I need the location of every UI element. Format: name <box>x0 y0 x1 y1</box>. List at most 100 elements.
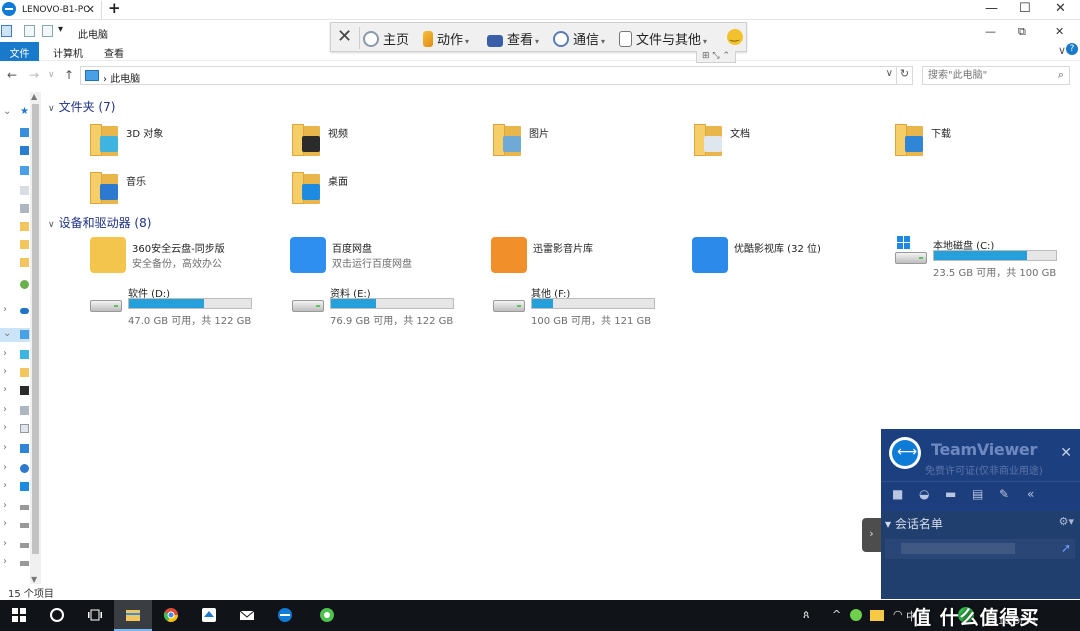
gear-icon[interactable]: ⚙▾ <box>1059 515 1074 528</box>
remote-session-tab[interactable]: LENOVO-B1-PC ✕ <box>18 1 102 20</box>
scroll-up-icon[interactable]: ▲ <box>31 92 37 101</box>
feedback-smiley-icon[interactable] <box>727 29 743 45</box>
tv-files-button[interactable]: 文件与其他 ▾ <box>619 29 707 48</box>
search-box[interactable]: ⌕ <box>922 66 1070 85</box>
back-button[interactable]: ← <box>7 68 17 82</box>
tv-panel-toggle[interactable]: › <box>862 518 881 552</box>
forward-button[interactable]: → <box>29 68 39 82</box>
nav-item[interactable] <box>0 256 30 270</box>
whiteboard-icon[interactable]: ✎ <box>999 487 1009 501</box>
tab-view[interactable]: 查看 <box>104 45 124 60</box>
collapse-panel-icon[interactable]: « <box>1027 487 1034 501</box>
tab-computer[interactable]: 计算机 <box>53 45 83 60</box>
nav-onedrive[interactable]: › <box>0 304 30 318</box>
new-tab-button[interactable]: + <box>108 0 121 17</box>
tray-app-icon[interactable] <box>870 610 884 621</box>
taskbar-teamviewer[interactable] <box>266 600 304 631</box>
tv-home-button[interactable]: 主页 <box>363 29 409 48</box>
taskbar-mail[interactable] <box>228 600 266 631</box>
search-input[interactable] <box>923 67 1051 84</box>
quick-access-dropdown-icon[interactable]: ▾ <box>58 24 63 35</box>
nav-item[interactable] <box>0 144 30 158</box>
explorer-restore-button[interactable]: ⧉ <box>1018 25 1026 39</box>
properties-icon[interactable] <box>24 25 35 37</box>
nav-item[interactable] <box>0 164 30 178</box>
drive-item[interactable]: 其他 (F:) 100 GB 可用，共 121 GB <box>493 284 673 327</box>
chat-icon[interactable]: ▬ <box>945 487 956 501</box>
tv-communicate-button[interactable]: 通信 ▾ <box>553 29 605 48</box>
new-folder-icon[interactable] <box>42 25 53 37</box>
app-shortcut[interactable]: 迅雷影音片库 <box>491 237 681 277</box>
tv-actions-button[interactable]: 动作 ▾ <box>423 29 469 48</box>
up-button[interactable]: ↑ <box>64 68 74 82</box>
nav-item[interactable]: › <box>0 556 30 570</box>
nav-item[interactable] <box>0 238 30 252</box>
breadcrumb-this-pc[interactable]: 此电脑 <box>110 74 140 85</box>
start-button[interactable] <box>0 600 38 631</box>
maximize-button[interactable]: ☐ <box>1019 1 1031 16</box>
nav-item[interactable]: › <box>0 518 30 532</box>
taskbar-360[interactable] <box>308 600 346 631</box>
tv-view-button[interactable]: 查看 ▾ <box>487 29 539 48</box>
wifi-icon[interactable]: ◠ <box>893 608 903 621</box>
search-icon[interactable]: ⌕ <box>1058 68 1064 82</box>
ribbon-expand-icon[interactable]: ∨ <box>1058 44 1066 57</box>
session-list-header[interactable]: ▾ 会话名单 <box>885 515 943 532</box>
drive-item[interactable]: 本地磁盘 (C:) 23.5 GB 可用，共 100 GB <box>895 236 1075 279</box>
nav-scrollbar[interactable]: ▲ ▼ <box>30 92 41 584</box>
video-camera-icon[interactable]: ■ <box>892 487 903 501</box>
address-field[interactable]: › 此电脑 ∨ <box>80 66 897 85</box>
address-dropdown-icon[interactable]: ∨ <box>886 68 893 79</box>
nav-item[interactable]: › <box>0 404 30 418</box>
nav-this-pc[interactable]: ⌄ <box>0 328 30 342</box>
tv-panel-close-icon[interactable]: ✕ <box>1060 445 1072 461</box>
show-hidden-icons[interactable]: ^ <box>832 608 841 621</box>
folder-item[interactable]: 文档 <box>694 122 874 164</box>
close-window-button[interactable]: ✕ <box>1055 1 1066 16</box>
nav-item[interactable] <box>0 184 30 198</box>
app-shortcut[interactable]: 百度网盘 双击运行百度网盘 <box>290 237 480 277</box>
folder-item[interactable]: 视频 <box>292 122 472 164</box>
folder-item[interactable]: 3D 对象 <box>90 122 270 164</box>
app-shortcut[interactable]: 360安全云盘-同步版 安全备份，高效办公 <box>90 237 280 277</box>
tab-file[interactable]: 文件 <box>0 42 39 61</box>
nav-item[interactable]: › <box>0 384 30 398</box>
nav-item[interactable]: › <box>0 442 30 456</box>
refresh-button[interactable]: ↻ <box>897 66 913 85</box>
nav-item[interactable]: › <box>0 480 30 494</box>
end-session-close-icon[interactable]: ✕ <box>337 26 352 47</box>
session-entry[interactable]: ➚ <box>885 539 1075 559</box>
close-tab-icon[interactable]: ✕ <box>86 3 95 16</box>
people-icon[interactable]: ጰ <box>803 608 810 622</box>
app-shortcut[interactable]: 优酷影视库 (32 位) <box>692 237 882 277</box>
nav-item[interactable]: › <box>0 422 30 436</box>
group-header-devices[interactable]: ∨ 设备和驱动器 (8) <box>48 214 151 231</box>
nav-item[interactable]: › <box>0 366 30 380</box>
task-view-button[interactable] <box>76 600 114 631</box>
nav-item[interactable]: › <box>0 500 30 514</box>
taskbar-app[interactable] <box>190 600 228 631</box>
folder-item[interactable]: 下载 <box>895 122 1075 164</box>
folder-item[interactable]: 音乐 <box>90 170 270 212</box>
nav-item[interactable] <box>0 202 30 216</box>
minimize-button[interactable]: — <box>985 1 998 16</box>
taskbar-file-explorer[interactable] <box>114 600 152 631</box>
nav-item[interactable] <box>0 126 30 140</box>
help-icon[interactable]: ? <box>1066 43 1078 55</box>
drive-item[interactable]: 资料 (E:) 76.9 GB 可用，共 122 GB <box>292 284 472 327</box>
nav-item[interactable] <box>0 220 30 234</box>
taskbar-chrome[interactable] <box>152 600 190 631</box>
explorer-minimize-button[interactable]: — <box>985 25 996 38</box>
breadcrumb[interactable]: › 此电脑 <box>103 70 140 85</box>
headset-icon[interactable]: ◒ <box>919 487 929 501</box>
files-icon[interactable]: ▤ <box>972 487 983 501</box>
scroll-down-icon[interactable]: ▼ <box>31 575 37 584</box>
toolbar-subcontrols[interactable]: ⊞ ⤡ ⌃ <box>696 51 736 63</box>
nav-quick-access[interactable]: ⌄ ★ <box>0 106 30 120</box>
folder-item[interactable]: 图片 <box>493 122 673 164</box>
nav-item[interactable] <box>0 278 30 292</box>
scrollbar-thumb[interactable] <box>32 104 39 554</box>
360-tray-icon[interactable] <box>850 609 862 621</box>
recent-locations-button[interactable]: ∨ <box>48 70 55 80</box>
search-button[interactable] <box>38 600 76 631</box>
